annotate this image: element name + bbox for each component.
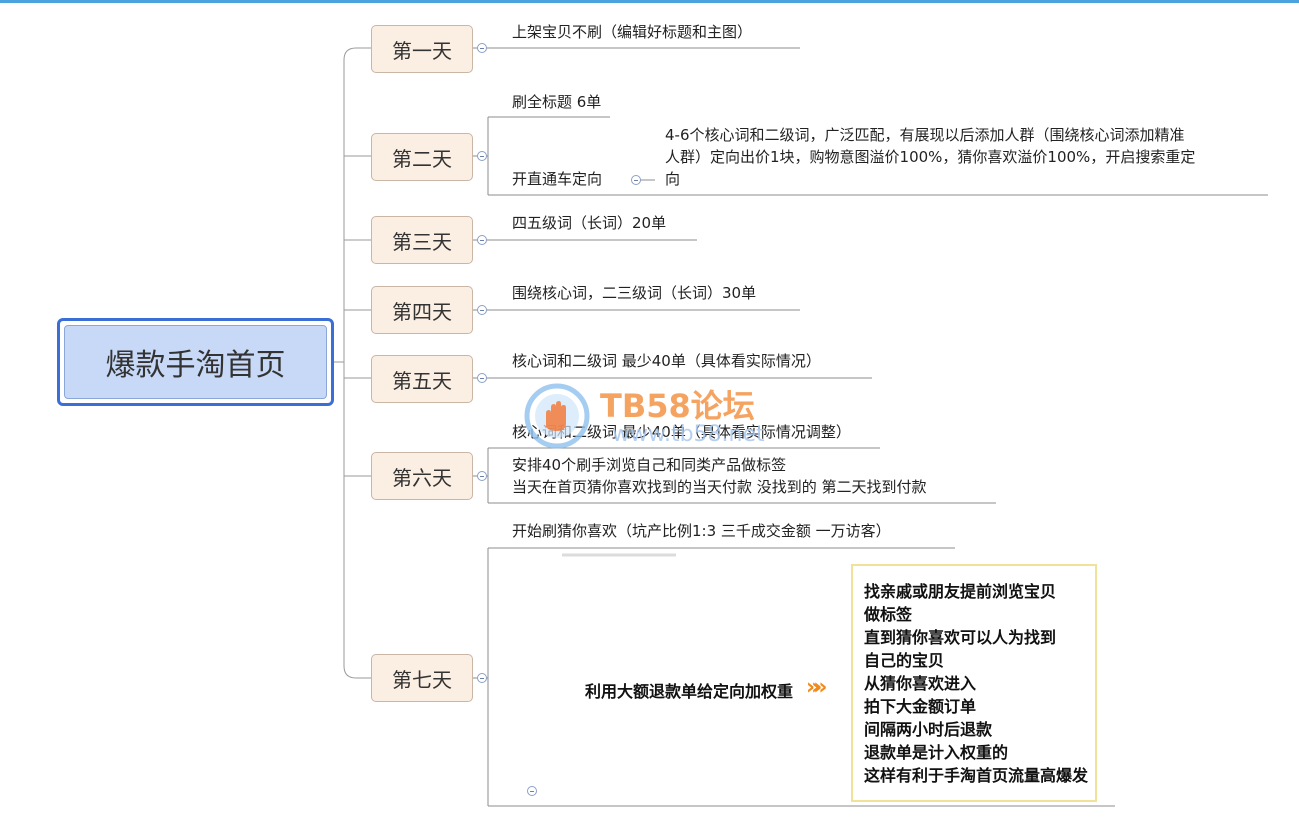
step-line: 间隔两小时后退款: [864, 720, 993, 739]
triple-chevron-icon: »»: [806, 675, 828, 700]
watermark-url: www.tb58.net: [612, 422, 765, 447]
day-node-1[interactable]: 第一天: [371, 25, 473, 73]
collapse-toggle-day-4[interactable]: [477, 305, 487, 315]
day-2-sub-line-3[interactable]: 向: [665, 168, 680, 190]
day-1-item-1[interactable]: 上架宝贝不刷（编辑好标题和主图）: [512, 21, 752, 43]
day-node-5[interactable]: 第五天: [371, 355, 473, 403]
day-5-item-1[interactable]: 核心词和二级词 最少40单（具体看实际情况）: [512, 350, 821, 372]
day-2-sub-line-2[interactable]: 人群）定向出价1块，购物意图溢价100%，猜你喜欢溢价100%，开启搜索重定: [665, 146, 1195, 168]
collapse-toggle-day-6[interactable]: [477, 471, 487, 481]
day-6-item-3[interactable]: 当天在首页猜你喜欢找到的当天付款 没找到的 第二天找到付款: [512, 476, 927, 498]
collapse-toggle-day-3[interactable]: [477, 235, 487, 245]
step-line: 拍下大金额订单: [864, 697, 977, 716]
collapse-toggle-day-2-sub[interactable]: [631, 175, 641, 185]
day-node-6[interactable]: 第六天: [371, 452, 473, 500]
day-4-item-1[interactable]: 围绕核心词，二三级词（长词）30单: [512, 282, 756, 304]
day-6-item-2[interactable]: 安排40个刷手浏览自己和同类产品做标签: [512, 454, 786, 476]
strategy-steps-box: 找亲戚或朋友提前浏览宝贝 做标签 直到猜你喜欢可以人为找到 自己的宝贝 从猜你喜…: [851, 564, 1097, 802]
strategy-label: 利用大额退款单给定向加权重: [585, 682, 794, 701]
day-node-2[interactable]: 第二天: [371, 133, 473, 181]
collapse-toggle-day-5[interactable]: [477, 373, 487, 383]
step-line: 这样有利于手淘首页流量高爆发: [864, 766, 1089, 785]
collapse-toggle-day-7[interactable]: [477, 673, 487, 683]
step-line: 退款单是计入权重的: [864, 743, 1009, 762]
root-node[interactable]: 爆款手淘首页: [57, 318, 334, 406]
day-3-item-1[interactable]: 四五级词（长词）20单: [512, 212, 666, 234]
day-7-item-1[interactable]: 开始刷猜你喜欢（坑产比例1:3 三千成交金额 一万访客）: [512, 520, 891, 542]
step-line: 从猜你喜欢进入: [864, 674, 977, 693]
step-line: 直到猜你喜欢可以人为找到: [864, 628, 1057, 647]
collapse-toggle-day-7-image[interactable]: [527, 786, 537, 796]
day-node-7[interactable]: 第七天: [371, 654, 473, 702]
collapse-toggle-day-2[interactable]: [477, 151, 487, 161]
root-node-label: 爆款手淘首页: [64, 325, 327, 399]
collapse-toggle-day-1[interactable]: [477, 43, 487, 53]
day-node-3[interactable]: 第三天: [371, 216, 473, 264]
step-line: 找亲戚或朋友提前浏览宝贝: [864, 582, 1057, 601]
watermark-title: TB58论坛: [600, 387, 755, 425]
step-line: 自己的宝贝: [864, 651, 945, 670]
day-2-item-1[interactable]: 刷全标题 6单: [512, 91, 601, 113]
day-2-sub-line-1[interactable]: 4-6个核心词和二级词，广泛匹配，有展现以后添加人群（围绕核心词添加精准: [665, 124, 1185, 146]
day-2-item-2[interactable]: 开直通车定向: [512, 168, 602, 190]
hand-logo-icon: [524, 383, 590, 449]
step-line: 做标签: [864, 605, 913, 624]
day-node-4[interactable]: 第四天: [371, 286, 473, 334]
